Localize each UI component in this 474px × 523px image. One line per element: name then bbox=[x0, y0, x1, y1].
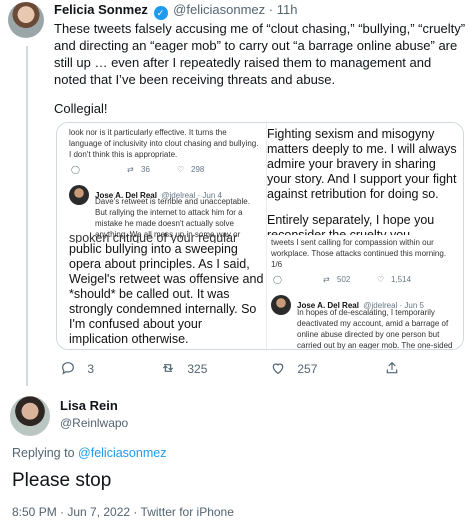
share-button[interactable] bbox=[384, 360, 408, 376]
reply-button[interactable]: 3 bbox=[60, 360, 94, 376]
tweet-header: Felicia Sonmez ✓ @feliciasonmez · 11h bbox=[54, 2, 297, 20]
like-icon: ♡ bbox=[177, 165, 185, 174]
retweet-button[interactable]: 325 bbox=[160, 360, 207, 376]
screenshot-text: Fighting sexism and misogyny matters dee… bbox=[267, 127, 457, 201]
like-count: 1,514 bbox=[391, 275, 412, 284]
share-icon bbox=[386, 361, 398, 374]
separator: · bbox=[268, 2, 274, 17]
avatar bbox=[69, 185, 89, 205]
avatar[interactable] bbox=[10, 396, 50, 436]
author-handle[interactable]: @feliciasonmez bbox=[173, 2, 265, 17]
retweet-count: 502 bbox=[337, 275, 351, 284]
like-count: 257 bbox=[297, 362, 318, 376]
replying-to: Replying to @feliciasonmez bbox=[12, 446, 166, 460]
thread-line bbox=[26, 46, 28, 386]
screenshot-overlay: tweets I sent calling for compassion wit… bbox=[267, 235, 463, 350]
screenshot-right: Fighting sexism and misogyny matters dee… bbox=[267, 123, 463, 350]
tweet-media-image[interactable]: look nor is it particularly effective. I… bbox=[56, 122, 464, 350]
tweet-text: These tweets falsely accusing me of “clo… bbox=[54, 21, 466, 87]
retweet-count: 325 bbox=[187, 362, 208, 376]
replying-to-link[interactable]: @feliciasonmez bbox=[78, 446, 166, 460]
screenshot-left: look nor is it particularly effective. I… bbox=[57, 123, 267, 349]
reply-icon: ◯ bbox=[273, 275, 282, 284]
retweet-icon: ⇄ bbox=[323, 275, 330, 284]
avatar[interactable] bbox=[8, 2, 44, 38]
retweet-icon: ⇄ bbox=[127, 165, 134, 174]
tweet-time[interactable]: 11h bbox=[277, 2, 298, 17]
author-name[interactable]: Felicia Sonmez bbox=[54, 2, 148, 17]
avatar bbox=[271, 295, 291, 315]
author-name[interactable]: Lisa Rein bbox=[60, 398, 118, 413]
reply-icon: ◯ bbox=[71, 165, 80, 174]
screenshot-body: public bullying into a sweeping opera ab… bbox=[69, 242, 264, 346]
screenshot-text: tweets I sent calling for compassion wit… bbox=[271, 238, 447, 269]
like-count: 298 bbox=[191, 165, 205, 174]
like-icon bbox=[272, 363, 284, 375]
tweet-text-2: Collegial! bbox=[54, 101, 108, 116]
author-handle[interactable]: @Reinlwapo bbox=[60, 416, 128, 430]
retweet-icon bbox=[162, 364, 174, 372]
screenshot-text: look nor is it particularly effective. I… bbox=[69, 128, 259, 159]
like-icon: ♡ bbox=[377, 275, 385, 284]
retweet-count: 36 bbox=[141, 165, 150, 174]
like-button[interactable]: 257 bbox=[270, 360, 317, 376]
replying-to-label: Replying to bbox=[12, 446, 75, 460]
tweet-meta[interactable]: 8:50 PM · Jun 7, 2022 · Twitter for iPho… bbox=[12, 505, 234, 519]
tweet-text: Please stop bbox=[12, 470, 112, 491]
reply-count: 3 bbox=[87, 362, 95, 376]
reply-icon bbox=[62, 362, 74, 375]
screenshot-text: In hopes of de-escalating, I temporarily… bbox=[297, 308, 453, 350]
verified-badge-icon: ✓ bbox=[153, 6, 168, 20]
